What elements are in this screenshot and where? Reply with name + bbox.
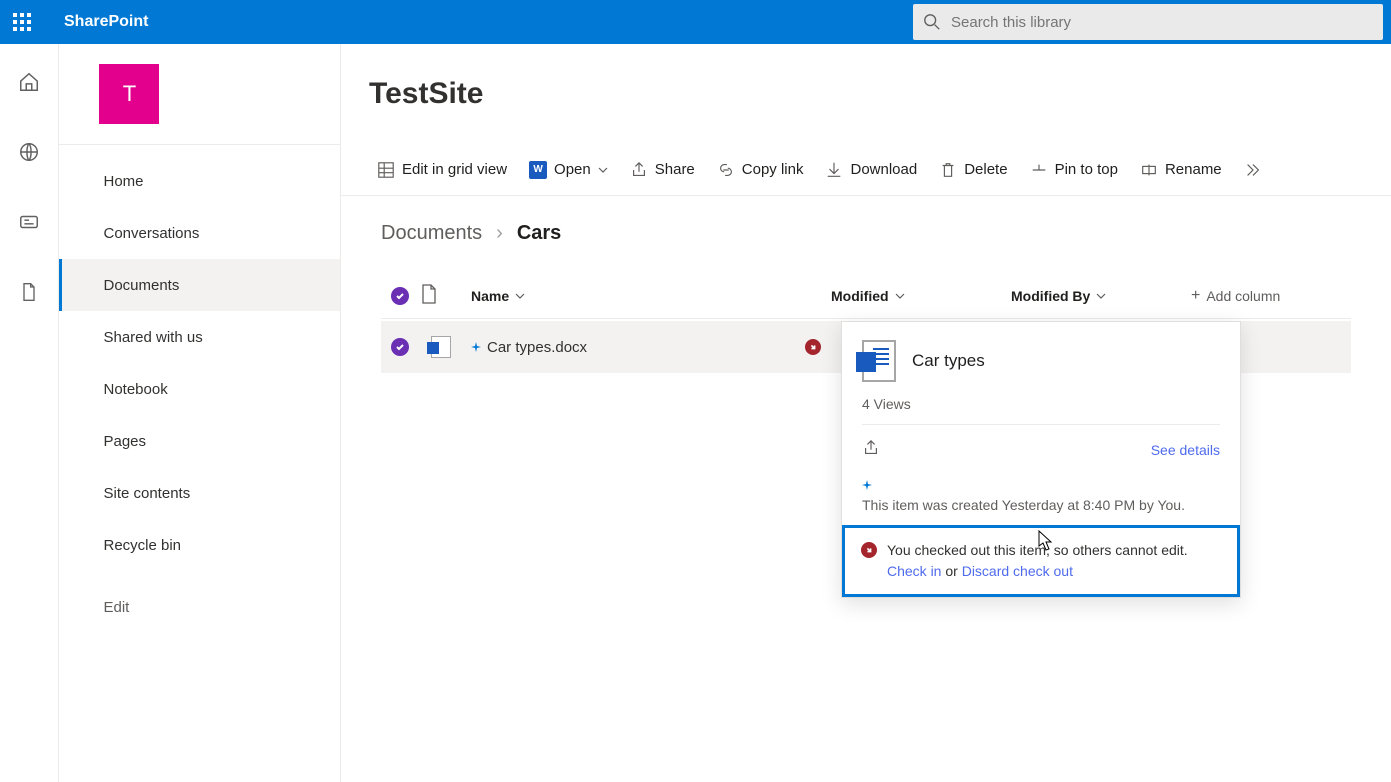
nav-recycle-bin[interactable]: Recycle bin: [59, 519, 340, 571]
cmd-edit-grid-label: Edit in grid view: [402, 161, 507, 178]
waffle-icon: [13, 13, 31, 31]
add-column-button[interactable]: + Add column: [1191, 287, 1351, 305]
new-indicator-icon: [471, 342, 481, 352]
app-launcher-button[interactable]: [0, 0, 44, 44]
cmd-pin[interactable]: Pin to top: [1030, 161, 1118, 179]
word-file-icon: [431, 336, 451, 358]
link-icon: [717, 161, 735, 179]
site-header[interactable]: T: [99, 64, 159, 124]
cmd-delete-label: Delete: [964, 161, 1007, 178]
discard-checkout-link[interactable]: Discard check out: [962, 563, 1073, 579]
word-file-icon: [862, 340, 896, 382]
chevron-right-icon: ›: [496, 222, 503, 245]
cmd-open-label: Open: [554, 161, 591, 178]
cmd-automate[interactable]: [1244, 161, 1262, 179]
files-icon[interactable]: [13, 276, 45, 308]
site-title[interactable]: TestSite: [369, 77, 483, 111]
news-icon[interactable]: [13, 206, 45, 238]
nav-pages[interactable]: Pages: [59, 415, 340, 467]
nav-shared-with-us[interactable]: Shared with us: [59, 311, 340, 363]
column-modified-by[interactable]: Modified By: [1011, 288, 1191, 304]
nav-documents[interactable]: Documents: [59, 259, 340, 311]
search-input[interactable]: [951, 14, 1373, 31]
views-link[interactable]: 4 Views: [862, 396, 1220, 412]
home-icon[interactable]: [13, 66, 45, 98]
cmd-download[interactable]: Download: [825, 161, 917, 179]
suite-bar: SharePoint: [0, 0, 1391, 44]
file-type-header-icon: [421, 284, 437, 304]
rename-icon: [1140, 161, 1158, 179]
new-indicator-icon: [862, 480, 872, 490]
left-nav: Home Conversations Documents Shared with…: [59, 144, 340, 782]
cmd-pin-label: Pin to top: [1055, 161, 1118, 178]
column-modified[interactable]: Modified: [831, 288, 1011, 304]
search-icon: [923, 13, 941, 31]
chevron-down-icon: [895, 291, 905, 301]
cmd-share-label: Share: [655, 161, 695, 178]
command-bar: Edit in grid view W Open Share Copy link…: [341, 144, 1391, 196]
site-logo: T: [99, 64, 159, 124]
site-column: T Home Conversations Documents Shared wi…: [59, 44, 341, 782]
card-title: Car types: [912, 351, 985, 371]
created-text: This item was created Yesterday at 8:40 …: [862, 497, 1220, 513]
check-in-link[interactable]: Check in: [887, 563, 941, 579]
checkout-message: You checked out this item, so others can…: [887, 542, 1188, 558]
chevron-down-icon: [598, 165, 608, 175]
divider: [862, 424, 1220, 425]
column-name[interactable]: Name: [471, 288, 831, 304]
word-icon: W: [529, 161, 547, 179]
search-box[interactable]: [913, 4, 1383, 40]
breadcrumb-current: Cars: [517, 222, 561, 245]
globe-icon[interactable]: [13, 136, 45, 168]
row-select-toggle[interactable]: [391, 338, 409, 356]
cmd-copy-link[interactable]: Copy link: [717, 161, 804, 179]
nav-home[interactable]: Home: [59, 155, 340, 207]
pin-icon: [1030, 161, 1048, 179]
app-bar: [0, 44, 59, 782]
nav-site-contents[interactable]: Site contents: [59, 467, 340, 519]
nav-conversations[interactable]: Conversations: [59, 207, 340, 259]
checked-out-icon: [861, 542, 877, 558]
cmd-copy-link-label: Copy link: [742, 161, 804, 178]
delete-icon: [939, 161, 957, 179]
cmd-rename-label: Rename: [1165, 161, 1222, 178]
breadcrumb: Documents › Cars: [381, 222, 1351, 245]
file-name-label[interactable]: Car types.docx: [487, 339, 587, 356]
chevron-down-icon: [515, 291, 525, 301]
see-details-link[interactable]: See details: [1151, 442, 1220, 458]
flow-icon: [1244, 161, 1262, 179]
cmd-delete[interactable]: Delete: [939, 161, 1007, 179]
main: TestSite Edit in grid view W Open Share …: [341, 44, 1391, 782]
nav-notebook[interactable]: Notebook: [59, 363, 340, 415]
table-header: Name Modified Modified By + Add column: [381, 273, 1351, 319]
share-icon: [630, 161, 648, 179]
cmd-edit-grid[interactable]: Edit in grid view: [377, 161, 507, 179]
download-icon: [825, 161, 843, 179]
grid-icon: [377, 161, 395, 179]
select-all-toggle[interactable]: [391, 287, 409, 305]
card-share-button[interactable]: [862, 439, 880, 460]
file-hover-card: Car types 4 Views See details This item …: [841, 321, 1241, 598]
nav-edit-link[interactable]: Edit: [59, 581, 340, 633]
brand-label[interactable]: SharePoint: [64, 13, 148, 31]
checkout-banner: You checked out this item, so others can…: [842, 525, 1240, 597]
cmd-share[interactable]: Share: [630, 161, 695, 179]
breadcrumb-parent[interactable]: Documents: [381, 222, 482, 245]
cmd-rename[interactable]: Rename: [1140, 161, 1222, 179]
cmd-open[interactable]: W Open: [529, 161, 608, 179]
checked-out-icon: [805, 339, 821, 355]
chevron-down-icon: [1096, 291, 1106, 301]
cmd-download-label: Download: [850, 161, 917, 178]
